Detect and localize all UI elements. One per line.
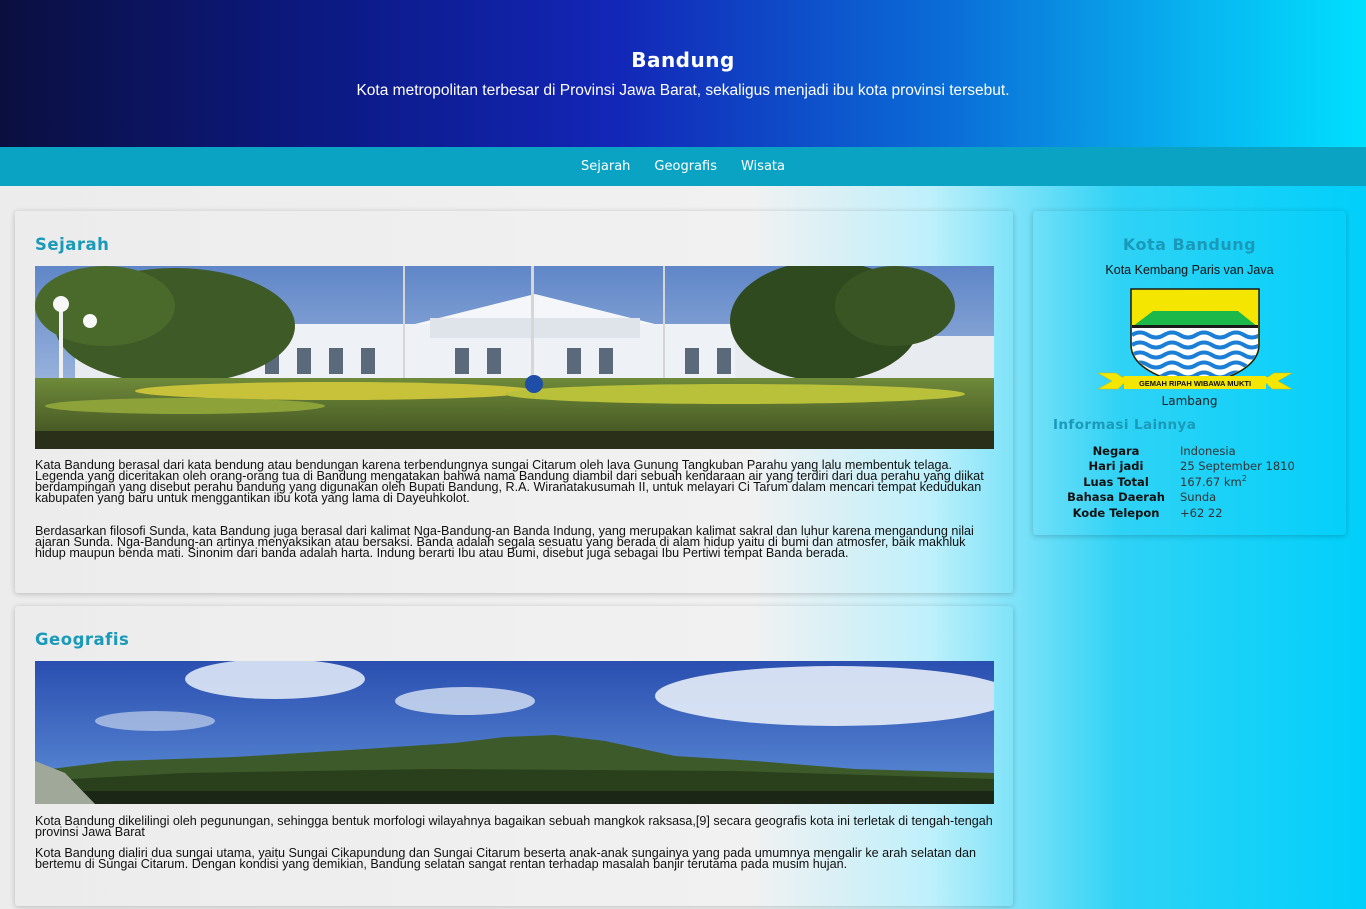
gedung-sate-photo (35, 266, 994, 449)
geografis-paragraph-1: Kota Bandung dikelilingi oleh pegunungan… (35, 814, 993, 839)
info-table: Negara Indonesia Hari jadi 25 September … (1055, 443, 1295, 521)
info-value-area: 167.67 km2 (1180, 474, 1295, 490)
info-row: Hari jadi 25 September 1810 (1055, 459, 1295, 475)
emblem-caption: Lambang (1161, 394, 1218, 408)
info-row: Luas Total 167.67 km2 (1055, 474, 1295, 490)
coat-of-arms-icon: GEMAH RIPAH WIBAWA MUKTI (1097, 288, 1293, 390)
geografis-section: Geografis Kota Bandung dikelilingi oleh … (15, 606, 1013, 906)
emblem-motto: GEMAH RIPAH WIBAWA MUKTI (1139, 379, 1251, 388)
sejarah-paragraph-2: Berdasarkan filosofi Sunda, kata Bandung… (35, 524, 974, 560)
info-value: 25 September 1810 (1180, 459, 1295, 474)
lambang-emblem: GEMAH RIPAH WIBAWA MUKTI (1097, 285, 1293, 395)
sidebar-card: Kota Bandung Kota Kembang Paris van Java (1033, 211, 1346, 535)
info-row: Negara Indonesia (1055, 443, 1295, 459)
info-value: Indonesia (1180, 443, 1236, 458)
sejarah-section: Sejarah Kata Bandung berasal dari kata b… (15, 211, 1013, 593)
sidebar-subtitle: Kota Kembang Paris van Java (1105, 263, 1274, 277)
area-value: 167.67 km (1180, 475, 1242, 490)
section-heading-sejarah: Sejarah (35, 235, 110, 254)
nav-link-wisata[interactable]: Wisata (741, 159, 785, 174)
area-unit-exponent: 2 (1241, 474, 1247, 484)
info-value: Sunda (1180, 490, 1217, 505)
info-key: Kode Telepon (1072, 505, 1160, 520)
page-subtitle: Kota metropolitan terbesar di Provinsi J… (356, 82, 1010, 99)
sejarah-paragraph-1: Kata Bandung berasal dari kata bendung a… (35, 458, 984, 505)
info-key: Bahasa Daerah (1067, 490, 1165, 505)
info-row: Kode Telepon +62 22 (1055, 505, 1295, 521)
info-key: Hari jadi (1088, 459, 1144, 474)
info-value: +62 22 (1180, 505, 1223, 520)
mountain-image (35, 661, 994, 804)
nav-link-geografis[interactable]: Geografis (654, 159, 717, 174)
nav-link-sejarah[interactable]: Sejarah (581, 159, 630, 174)
page-title: Bandung (631, 48, 735, 72)
main-nav: Sejarah Geografis Wisata (0, 147, 1366, 186)
section-heading-geografis: Geografis (35, 630, 130, 649)
info-row: Bahasa Daerah Sunda (1055, 490, 1295, 506)
sidebar-title: Kota Bandung (1122, 235, 1257, 254)
hero-header: Bandung Kota metropolitan terbesar di Pr… (0, 0, 1366, 147)
geografis-paragraph-2: Kota Bandung dialiri dua sungai utama, y… (35, 846, 976, 871)
info-heading: Informasi Lainnya (1053, 417, 1197, 433)
building-image (35, 266, 994, 449)
mountain-photo (35, 661, 994, 804)
info-key: Luas Total (1083, 474, 1149, 489)
info-key: Negara (1092, 443, 1140, 458)
